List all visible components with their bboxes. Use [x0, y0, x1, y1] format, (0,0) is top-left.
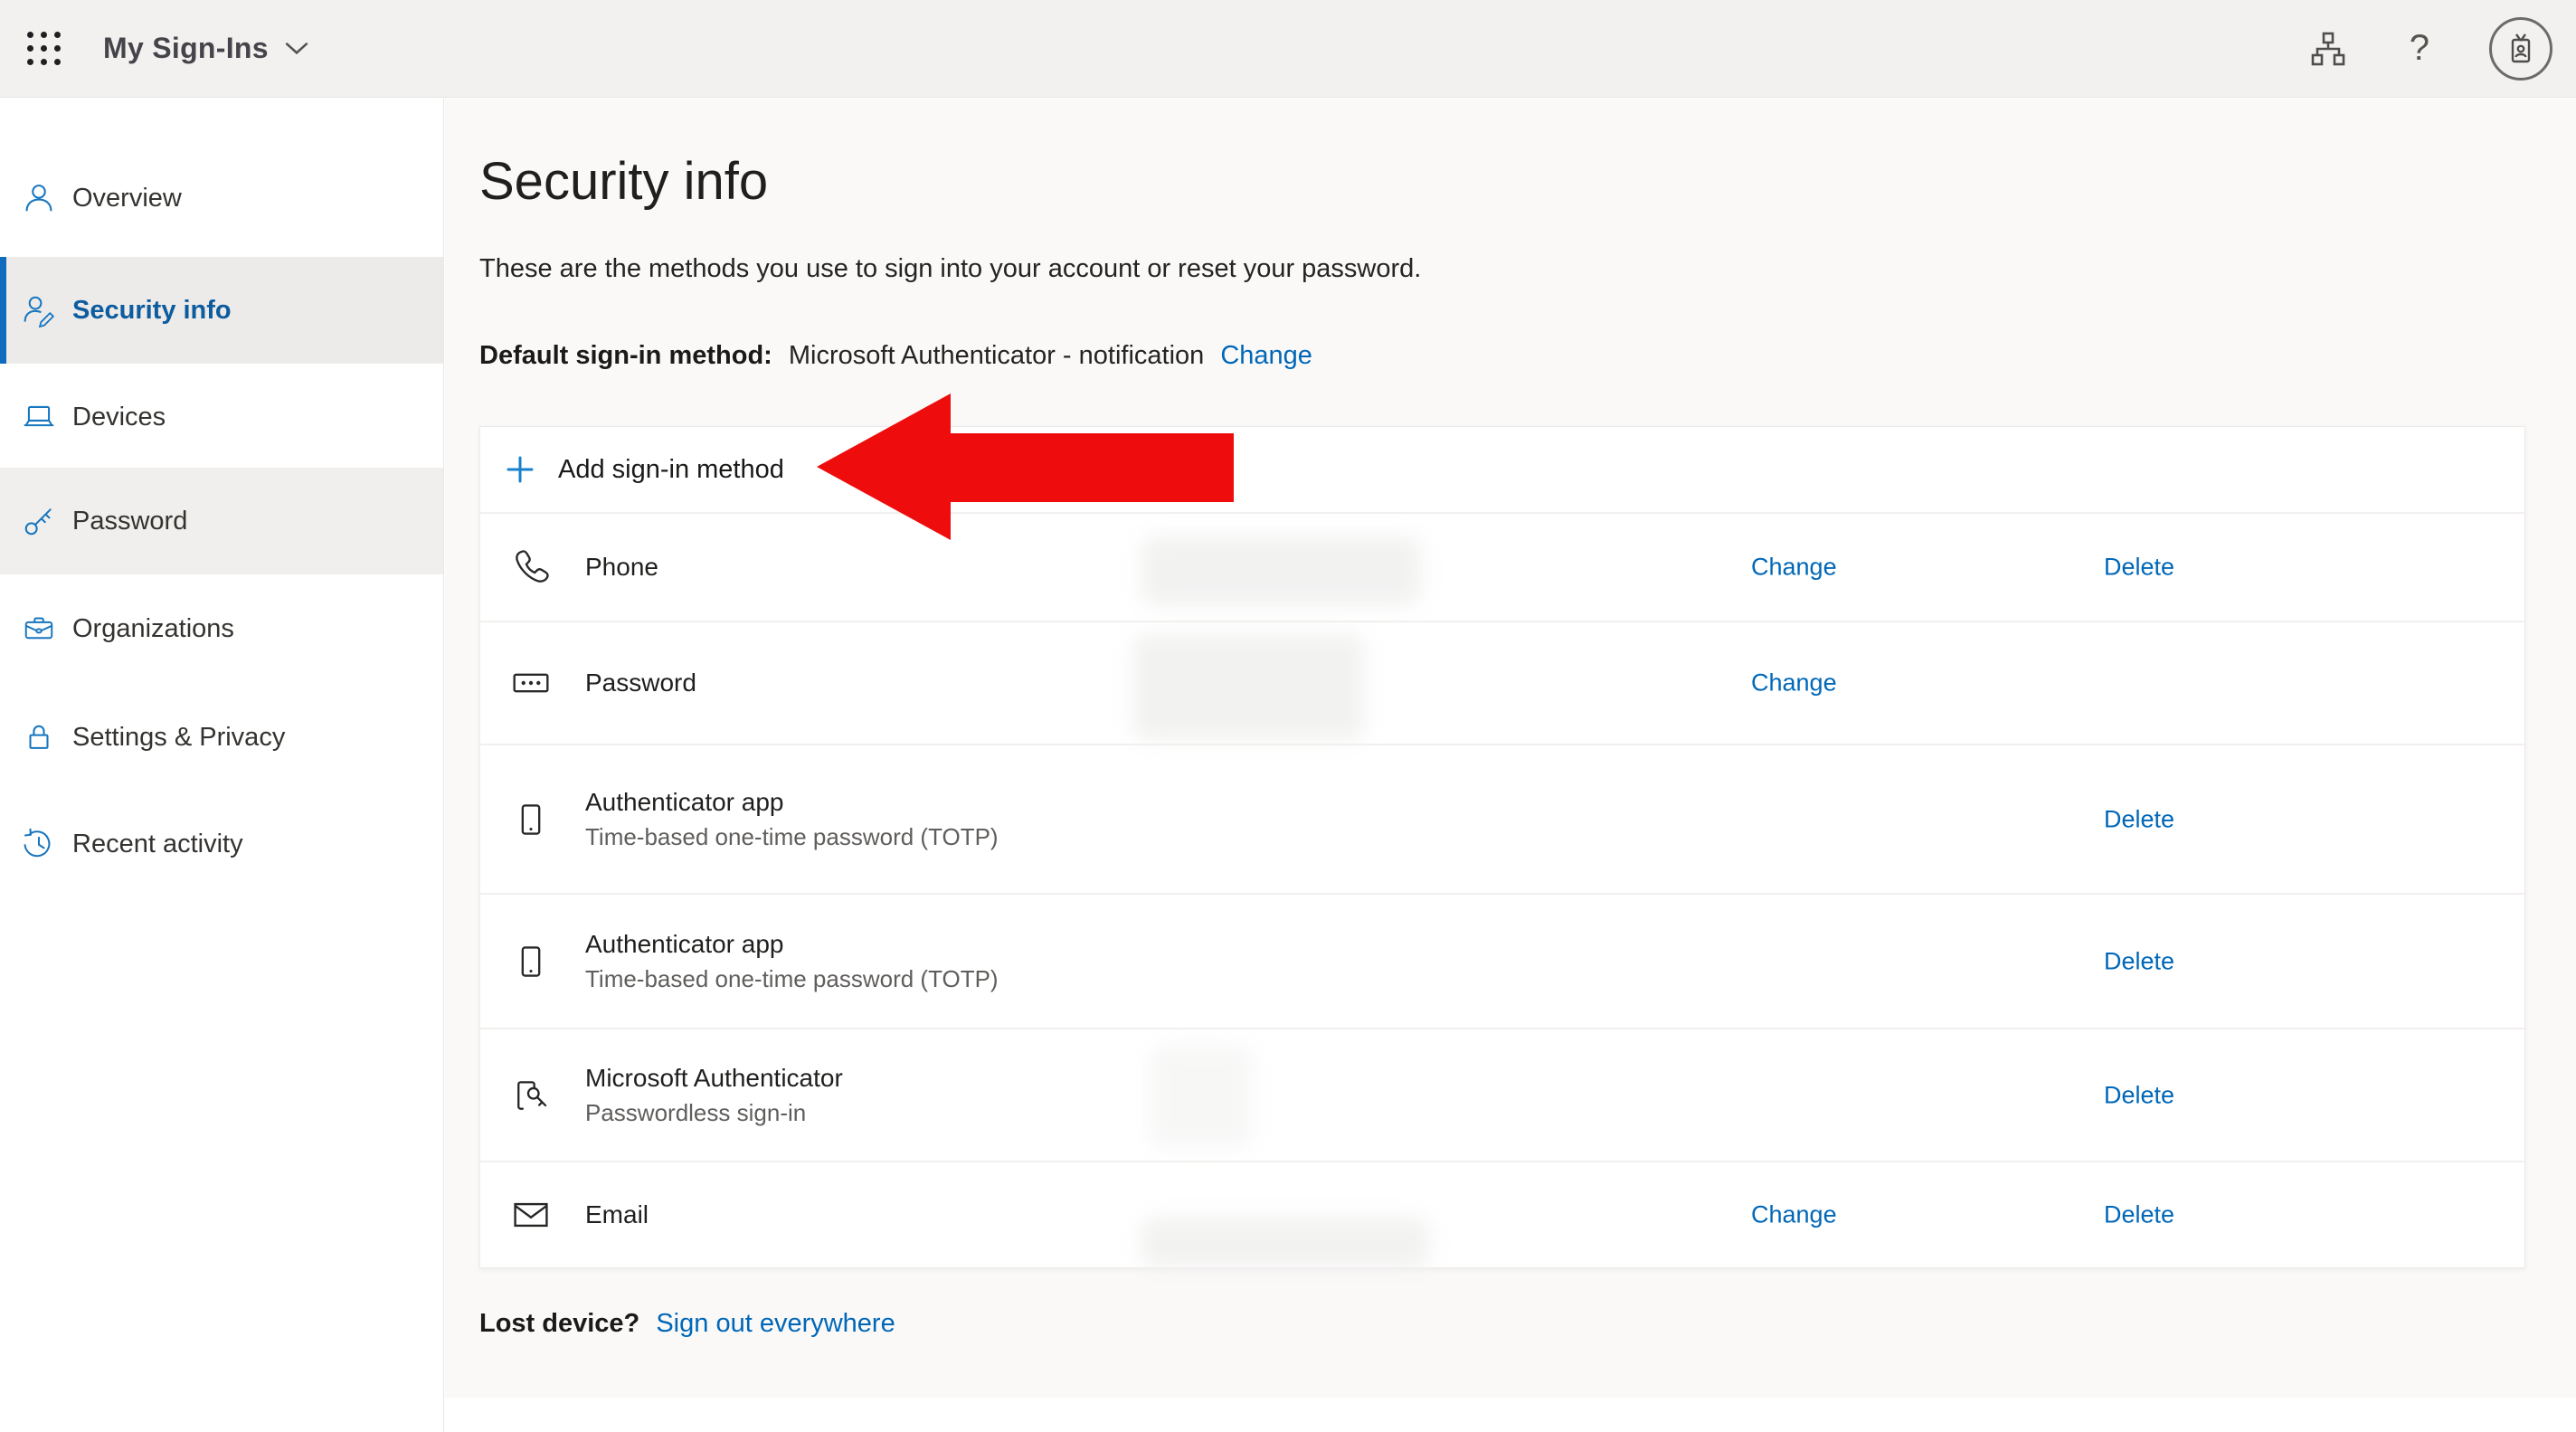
topbar-actions: ? — [2306, 16, 2576, 81]
sidebar-item-label: Settings & Privacy — [72, 722, 286, 752]
sign-out-everywhere-link[interactable]: Sign out everywhere — [656, 1309, 895, 1338]
sidebar-item-label: Devices — [72, 402, 166, 431]
sidebar-item-recent-activity[interactable]: Recent activity — [0, 791, 443, 897]
delete-link[interactable]: Delete — [2104, 554, 2174, 582]
person-icon — [25, 185, 52, 212]
help-icon[interactable]: ? — [2410, 28, 2429, 69]
security-info-page: Security info These are the methods you … — [445, 99, 2576, 1432]
change-link[interactable]: Change — [1751, 669, 1837, 697]
default-method-change-link[interactable]: Change — [1220, 341, 1312, 370]
method-name: Password — [585, 669, 696, 697]
method-row-password: Password Change — [480, 622, 2524, 745]
sidebar-item-overview[interactable]: Overview — [0, 145, 443, 251]
change-link[interactable]: Change — [1751, 554, 1837, 582]
method-row-email: Email Change Delete — [480, 1162, 2524, 1267]
phone-handset-icon — [516, 550, 549, 583]
smartphone-icon — [521, 945, 541, 977]
signin-methods-table: Add sign-in method Phone Change Delete P… — [479, 426, 2525, 1268]
redacted-email-address — [1141, 1218, 1429, 1268]
page-title: Security info — [479, 152, 769, 211]
history-icon — [24, 828, 51, 858]
method-subtitle: Passwordless sign-in — [585, 1098, 807, 1126]
sidebar: Overview Security info Devices Password — [0, 99, 444, 1432]
person-edit-icon — [24, 296, 55, 327]
method-row-microsoft-authenticator: Microsoft Authenticator Passwordless sig… — [480, 1029, 2524, 1162]
delete-link[interactable]: Delete — [2104, 947, 2174, 975]
delete-link[interactable]: Delete — [2104, 1201, 2174, 1229]
method-subtitle: Time-based one-time password (TOTP) — [585, 964, 999, 992]
briefcase-icon — [24, 617, 53, 640]
envelope-icon — [514, 1202, 548, 1228]
default-method-label: Default sign-in method: — [479, 341, 772, 370]
sidebar-item-label: Password — [72, 506, 188, 536]
chevron-down-icon — [285, 42, 308, 54]
method-name: Phone — [585, 553, 658, 581]
lost-device-label: Lost device? — [479, 1309, 640, 1338]
sidebar-item-label: Overview — [72, 183, 182, 213]
org-chart-icon[interactable] — [2306, 27, 2350, 71]
default-method-value: Microsoft Authenticator - notification — [788, 341, 1205, 370]
delete-link[interactable]: Delete — [2104, 1081, 2174, 1109]
id-badge-icon — [2511, 33, 2531, 62]
sidebar-item-security-info[interactable]: Security info — [0, 257, 443, 364]
key-icon — [24, 508, 52, 536]
method-row-authenticator-totp-1: Authenticator app Time-based one-time pa… — [480, 745, 2524, 895]
method-name: Email — [585, 1200, 649, 1228]
sidebar-item-devices[interactable]: Devices — [0, 364, 443, 470]
lost-device-line: Lost device? Sign out everywhere — [479, 1309, 895, 1339]
delete-link[interactable]: Delete — [2104, 805, 2174, 833]
app-launcher-icon[interactable] — [27, 31, 63, 66]
avatar[interactable] — [2489, 16, 2552, 81]
sidebar-item-organizations[interactable]: Organizations — [0, 575, 443, 682]
redacted-password-info — [1133, 634, 1364, 740]
method-row-phone: Phone Change Delete — [480, 514, 2524, 622]
smartphone-icon — [521, 803, 541, 835]
redacted-phone-number — [1141, 536, 1421, 605]
method-name: Microsoft Authenticator — [585, 1063, 843, 1092]
topbar: My Sign-Ins ? — [0, 0, 2576, 98]
sidebar-item-settings-privacy[interactable]: Settings & Privacy — [0, 684, 443, 791]
page-subtitle: These are the methods you use to sign in… — [479, 254, 1422, 283]
app-title-menu[interactable]: My Sign-Ins — [103, 32, 308, 65]
password-field-icon — [513, 673, 549, 693]
phone-key-icon — [517, 1080, 547, 1110]
sidebar-item-label: Organizations — [72, 613, 234, 643]
sidebar-item-password[interactable]: Password — [0, 468, 443, 574]
add-signin-method-button[interactable]: Add sign-in method — [480, 427, 2524, 514]
redacted-device-name — [1150, 1046, 1253, 1148]
laptop-icon — [24, 405, 54, 427]
method-name: Authenticator app — [585, 929, 784, 958]
lock-icon — [29, 725, 49, 749]
method-row-authenticator-totp-2: Authenticator app Time-based one-time pa… — [480, 895, 2524, 1029]
sidebar-item-label: Security info — [72, 295, 232, 325]
add-signin-method-label: Add sign-in method — [558, 454, 784, 484]
method-subtitle: Time-based one-time password (TOTP) — [585, 822, 999, 850]
change-link[interactable]: Change — [1751, 1201, 1837, 1229]
default-signin-method-line: Default sign-in method: Microsoft Authen… — [479, 341, 1312, 371]
sidebar-item-label: Recent activity — [72, 829, 243, 858]
method-name: Authenticator app — [585, 787, 784, 816]
app-title: My Sign-Ins — [103, 32, 269, 64]
plus-icon — [507, 456, 534, 483]
bottom-band — [445, 1398, 2576, 1432]
